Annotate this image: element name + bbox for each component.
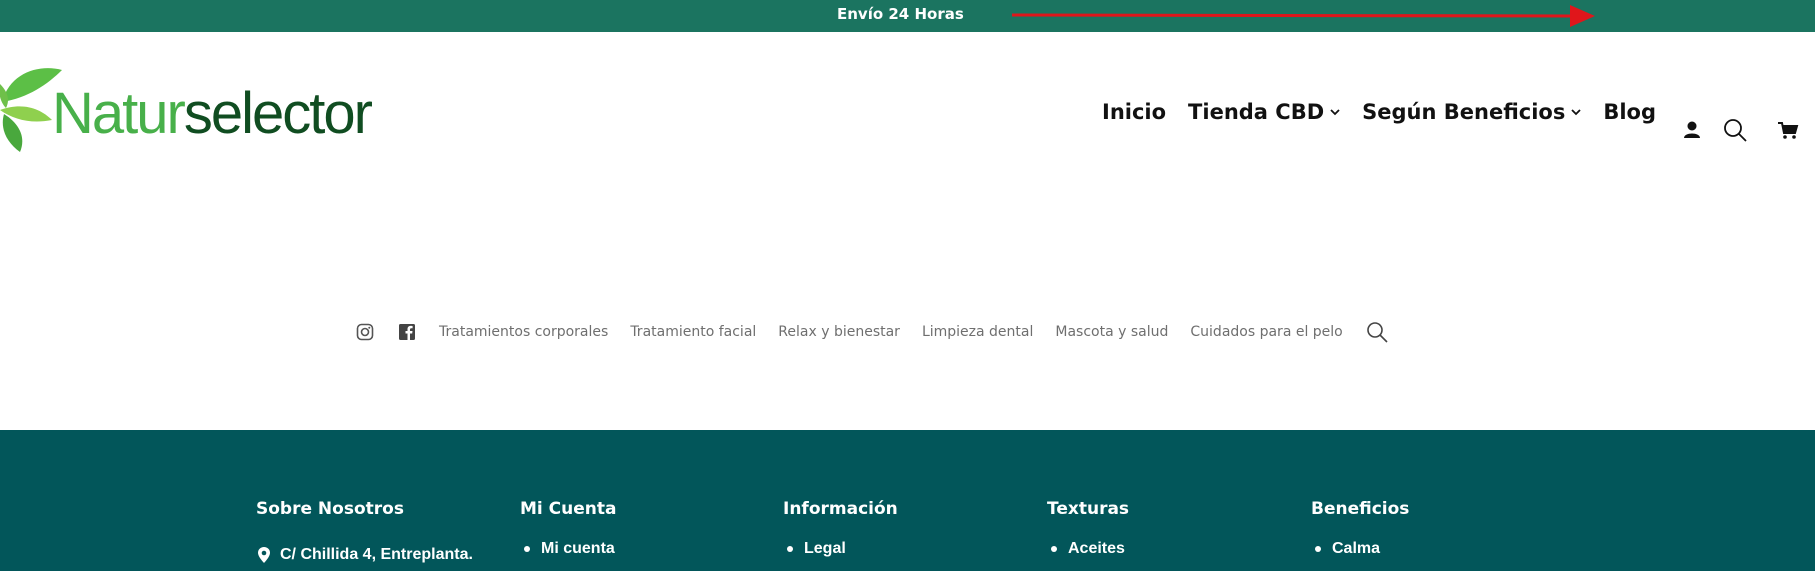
nav-item-label: Inicio <box>1102 100 1167 124</box>
instagram-icon[interactable] <box>355 322 375 342</box>
footer-link-label: Legal <box>804 540 846 557</box>
footer-link-calma[interactable]: Calma <box>1311 540 1380 558</box>
logo-wordmark: Naturselector <box>52 81 373 146</box>
site-footer: Sobre Nosotros C/ Chillida 4, Entreplant… <box>0 430 1815 571</box>
footer-link-label: Mi cuenta <box>541 540 615 557</box>
menu-link-tratamientos-corporales[interactable]: Tratamientos corporales <box>439 324 608 340</box>
menu-link-tratamiento-facial[interactable]: Tratamiento facial <box>630 324 756 340</box>
nav-item-blog[interactable]: Blog <box>1603 100 1656 124</box>
footer-address: C/ Chillida 4, Entreplanta. <box>256 546 473 564</box>
menu-link-relax-y-bienestar[interactable]: Relax y bienestar <box>778 324 900 340</box>
footer-address-text: C/ Chillida 4, Entreplanta. <box>280 546 473 563</box>
footer-column-title: Texturas <box>1047 499 1130 519</box>
footer-link-label: Aceites <box>1068 540 1125 557</box>
nav-item-tienda-cbd[interactable]: Tienda CBD <box>1188 100 1340 124</box>
search-icon[interactable] <box>1365 320 1389 344</box>
arrow-right-icon <box>1012 5 1595 27</box>
menu-link-cuidados-para-el-pelo[interactable]: Cuidados para el pelo <box>1190 324 1342 340</box>
nav-item-inicio[interactable]: Inicio <box>1102 100 1166 124</box>
footer-column-title: Mi Cuenta <box>520 499 617 519</box>
footer-link-legal[interactable]: Legal <box>783 540 846 558</box>
logo-wordmark-part1: Natur <box>52 81 186 146</box>
footer-column-title: Beneficios <box>1311 499 1410 519</box>
menu-link-limpieza-dental[interactable]: Limpieza dental <box>922 324 1033 340</box>
nav-item-label: Tienda CBD <box>1188 100 1325 124</box>
user-icon[interactable] <box>1679 117 1705 143</box>
menu-link-mascota-y-salud[interactable]: Mascota y salud <box>1055 324 1168 340</box>
footer-column-title: Información <box>783 499 898 519</box>
footer-link-aceites[interactable]: Aceites <box>1047 540 1125 558</box>
nav-item-label: Blog <box>1603 100 1657 124</box>
footer-column-title: Sobre Nosotros <box>256 499 404 519</box>
site-logo[interactable]: Naturselector <box>0 62 420 152</box>
footer-link-mi-cuenta[interactable]: Mi cuenta <box>520 540 615 558</box>
nav-item-segun-beneficios[interactable]: Según Beneficios <box>1362 100 1581 124</box>
main-nav: Inicio Tienda CBD Según Beneficios Blog <box>1102 100 1656 124</box>
map-pin-icon <box>258 547 270 563</box>
footer-link-label: Calma <box>1332 540 1381 557</box>
facebook-icon[interactable] <box>397 322 417 342</box>
chevron-down-icon <box>1330 108 1340 115</box>
shipping-promo-text: Envío 24 Horas <box>837 5 964 23</box>
chevron-down-icon <box>1571 108 1581 115</box>
announcement-bar: Envío 24 Horas <box>0 0 1815 32</box>
logo-wordmark-part2: selector <box>183 81 373 146</box>
cart-icon[interactable] <box>1775 117 1801 143</box>
search-icon[interactable] <box>1722 117 1748 143</box>
secondary-menu: Tratamientos corporales Tratamiento faci… <box>355 320 1389 344</box>
nav-item-label: Según Beneficios <box>1362 100 1566 124</box>
